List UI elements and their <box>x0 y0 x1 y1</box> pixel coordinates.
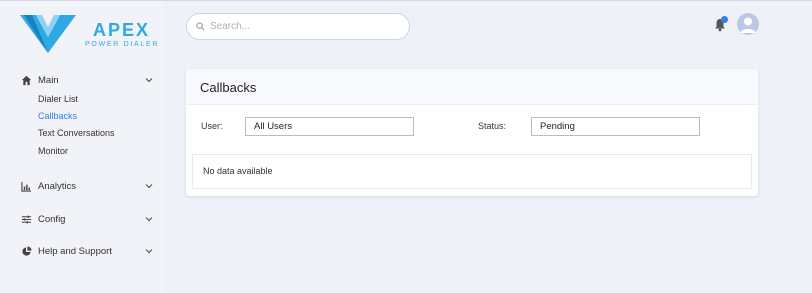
sidebar-item-monitor[interactable]: Monitor <box>38 146 68 156</box>
sidebar-item-text-conversations[interactable]: Text Conversations <box>38 128 115 138</box>
chevron-down-icon[interactable] <box>144 246 154 256</box>
apex-logo-icon <box>20 15 76 53</box>
callbacks-card: Callbacks User: All Users Status: Pendin… <box>186 69 758 196</box>
notifications-button[interactable] <box>714 16 728 32</box>
chevron-down-icon[interactable] <box>144 214 154 224</box>
user-filter-value: All Users <box>254 121 293 132</box>
user-filter-label: User: <box>201 121 223 131</box>
user-filter-select[interactable]: All Users <box>245 117 414 136</box>
user-avatar-icon <box>740 17 756 33</box>
brand-logo[interactable]: APEX POWER DIALER <box>20 13 160 55</box>
chevron-down-icon[interactable] <box>144 181 154 191</box>
sliders-icon <box>20 213 32 225</box>
brand-name: APEX <box>93 20 151 40</box>
home-icon <box>20 74 32 86</box>
sidebar-item-callbacks[interactable]: Callbacks <box>38 111 77 121</box>
sidebar-group-config[interactable]: Config <box>20 211 160 227</box>
sidebar-group-main[interactable]: Main <box>20 72 160 88</box>
search-input[interactable] <box>210 21 390 32</box>
sidebar-item-dialer-list[interactable]: Dialer List <box>38 94 78 104</box>
sidebar: APEX POWER DIALER Main Dialer List Callb… <box>0 1 165 293</box>
user-avatar[interactable] <box>737 13 759 35</box>
chevron-down-icon[interactable] <box>144 75 154 85</box>
search-bar[interactable] <box>186 13 410 40</box>
sidebar-group-label: Analytics <box>38 180 77 192</box>
sidebar-group-help-and-support[interactable]: Help and Support <box>20 243 160 259</box>
empty-state-panel: No data available <box>192 154 752 189</box>
notification-badge <box>721 16 728 23</box>
bar-chart-icon <box>20 180 32 192</box>
page-title: Callbacks <box>200 80 257 95</box>
status-filter-value: Pending <box>540 121 575 132</box>
sidebar-group-label: Config <box>38 213 66 225</box>
brand-tagline: POWER DIALER <box>85 41 160 48</box>
sidebar-group-label: Help and Support <box>38 245 112 257</box>
sidebar-group-label: Main <box>38 74 59 86</box>
sidebar-group-analytics[interactable]: Analytics <box>20 178 160 194</box>
card-header: Callbacks <box>186 69 758 105</box>
status-filter-select[interactable]: Pending <box>531 117 700 136</box>
empty-state-message: No data available <box>203 166 273 176</box>
search-icon <box>196 22 205 31</box>
status-filter-label: Status: <box>478 121 507 131</box>
pie-chart-icon <box>20 245 32 257</box>
